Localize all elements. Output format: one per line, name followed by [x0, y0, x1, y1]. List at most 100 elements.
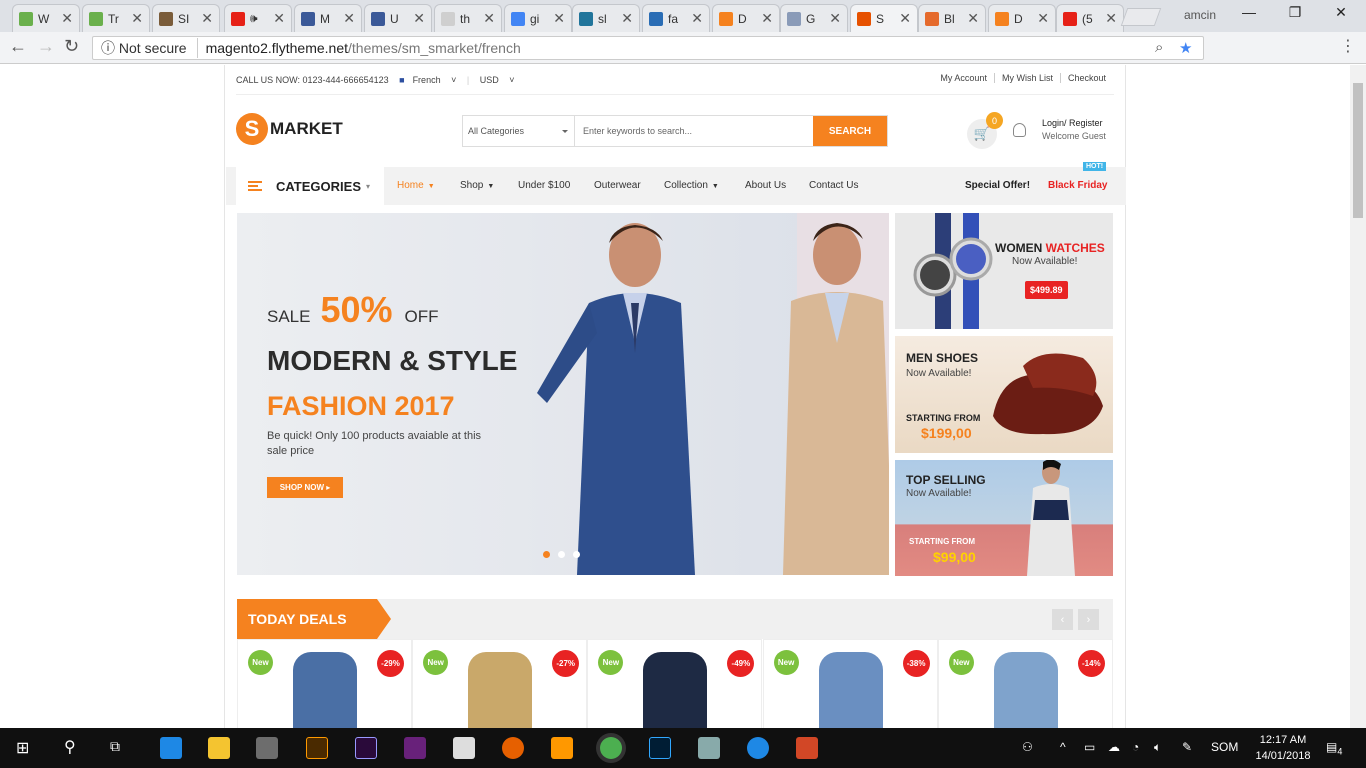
- search-button[interactable]: SEARCH: [813, 116, 887, 146]
- browser-tab[interactable]: SI ✕: [152, 4, 220, 32]
- banner-women-watches[interactable]: WOMEN WATCHES Now Available! $499.89: [895, 213, 1113, 329]
- notifications-icon[interactable]: ▤4: [1326, 740, 1342, 756]
- tab-close-icon[interactable]: ✕: [413, 10, 425, 27]
- store-icon[interactable]: [256, 737, 278, 759]
- checkout-link[interactable]: Checkout: [1059, 73, 1113, 83]
- search-input[interactable]: Enter keywords to search...: [575, 116, 813, 146]
- tab-close-icon[interactable]: ✕: [1037, 10, 1049, 27]
- prev-arrow-button[interactable]: ‹: [1052, 609, 1073, 630]
- browser-tab[interactable]: Bl ✕: [918, 4, 986, 32]
- not-secure-label[interactable]: ⓘ Not secure: [101, 38, 198, 58]
- tab-close-icon[interactable]: ✕: [1105, 10, 1117, 27]
- firefox-icon[interactable]: [502, 737, 524, 759]
- browser-tab[interactable]: Tr ✕: [82, 4, 150, 32]
- task-view-icon[interactable]: ⧉: [110, 738, 120, 755]
- visual-studio-icon[interactable]: [404, 737, 426, 759]
- currency-select[interactable]: USD ˅: [480, 75, 515, 85]
- browser-tab[interactable]: U ✕: [364, 4, 432, 32]
- page-scrollbar[interactable]: [1350, 65, 1366, 728]
- browser-tab[interactable]: S ✕: [850, 4, 918, 32]
- reload-icon[interactable]: ↻: [64, 36, 79, 57]
- clock[interactable]: 12:17 AM 14/01/2018: [1250, 732, 1316, 764]
- close-window-icon[interactable]: ✕: [1318, 4, 1364, 21]
- monitor-icon[interactable]: [698, 737, 720, 759]
- network-icon[interactable]: ◔: [1132, 740, 1139, 754]
- browser-tab[interactable]: gi ✕: [504, 4, 572, 32]
- browser-tab[interactable]: (5 ✕: [1056, 4, 1124, 32]
- menu-item-home[interactable]: Home ▼: [397, 180, 435, 191]
- new-tab-button[interactable]: [1120, 8, 1162, 26]
- hero-slider[interactable]: SALE 50% OFF MODERN & STYLE FASHION 2017…: [237, 213, 889, 575]
- shop-now-button[interactable]: SHOP NOW ▸: [267, 477, 343, 498]
- powerpoint-icon[interactable]: [796, 737, 818, 759]
- volume-icon[interactable]: 🔈︎: [1154, 740, 1161, 755]
- browser-tab[interactable]: D ✕: [988, 4, 1056, 32]
- browser-tab[interactable]: sl ✕: [572, 4, 640, 32]
- slider-dot[interactable]: [573, 551, 580, 558]
- bookmark-star-icon[interactable]: ★: [1179, 39, 1192, 57]
- tab-close-icon[interactable]: ✕: [553, 10, 565, 27]
- illustrator-icon[interactable]: [306, 737, 328, 759]
- minimize-icon[interactable]: —: [1226, 4, 1272, 20]
- browser-tab[interactable]: M ✕: [294, 4, 362, 32]
- onedrive-icon[interactable]: ☁: [1108, 740, 1120, 754]
- edge-icon[interactable]: [160, 737, 182, 759]
- pen-icon[interactable]: ✎: [1182, 740, 1192, 754]
- mail-icon[interactable]: [453, 737, 475, 759]
- product-card[interactable]: New -38%: [762, 639, 938, 728]
- login-link[interactable]: Login/ Register: [1042, 117, 1106, 130]
- menu-item-collection[interactable]: Collection ▼: [664, 180, 719, 191]
- slider-dot[interactable]: [543, 551, 550, 558]
- people-icon[interactable]: ⚇: [1022, 740, 1033, 754]
- category-select[interactable]: All Categories: [463, 116, 575, 146]
- forward-icon[interactable]: →: [37, 36, 55, 57]
- tab-close-icon[interactable]: ✕: [131, 10, 143, 27]
- zoom-icon[interactable]: ⌕: [1155, 39, 1163, 56]
- scrollbar-thumb[interactable]: [1353, 83, 1363, 218]
- cart-button[interactable]: 🛒 0: [967, 112, 1003, 149]
- wishlist-link[interactable]: My Wish List: [993, 73, 1060, 83]
- browser-tab[interactable]: W ✕: [12, 4, 80, 32]
- tab-close-icon[interactable]: ✕: [201, 10, 213, 27]
- file-explorer-icon[interactable]: [208, 737, 230, 759]
- product-card[interactable]: New -27%: [412, 639, 588, 728]
- product-card[interactable]: New -14%: [937, 639, 1113, 728]
- site-logo[interactable]: S MARKET: [236, 113, 343, 145]
- my-account-link[interactable]: My Account: [933, 73, 994, 83]
- address-bar[interactable]: ⓘ Not secure magento2.flytheme.net/theme…: [92, 36, 1204, 60]
- menu-kebab-icon[interactable]: ⋮: [1340, 36, 1356, 56]
- sync-app-icon[interactable]: [747, 737, 769, 759]
- banner-men-shoes[interactable]: MEN SHOES Now Available! STARTING FROM $…: [895, 336, 1113, 453]
- tab-close-icon[interactable]: ✕: [829, 10, 841, 27]
- slider-dot[interactable]: [558, 551, 565, 558]
- tab-close-icon[interactable]: ✕: [899, 10, 911, 27]
- language-select[interactable]: ■ French ˅: [399, 75, 456, 85]
- tab-close-icon[interactable]: ✕: [343, 10, 355, 27]
- windows-start-icon[interactable]: ⊞: [16, 738, 29, 758]
- back-icon[interactable]: ←: [9, 36, 27, 57]
- sublime-icon[interactable]: [551, 737, 573, 759]
- next-arrow-button[interactable]: ›: [1078, 609, 1099, 630]
- tab-close-icon[interactable]: ✕: [273, 10, 285, 27]
- menu-item-contact[interactable]: Contact Us: [809, 180, 858, 191]
- after-effects-icon[interactable]: [355, 737, 377, 759]
- menu-item-outerwear[interactable]: Outerwear: [594, 180, 641, 191]
- browser-tab[interactable]: D ✕: [712, 4, 780, 32]
- tab-close-icon[interactable]: ✕: [967, 10, 979, 27]
- tab-close-icon[interactable]: ✕: [691, 10, 703, 27]
- account-block[interactable]: Login/ Register Welcome Guest: [1013, 117, 1106, 143]
- battery-icon[interactable]: ▭: [1084, 740, 1095, 754]
- profile-name[interactable]: amcin: [1184, 8, 1216, 22]
- categories-button[interactable]: CATEGORIES ▾: [236, 167, 384, 205]
- menu-item-shop[interactable]: Shop ▼: [460, 180, 494, 191]
- product-card[interactable]: New -29%: [237, 639, 412, 728]
- product-card[interactable]: New -49%: [587, 639, 763, 728]
- menu-item-under-100[interactable]: Under $100: [518, 180, 570, 191]
- tab-close-icon[interactable]: ✕: [61, 10, 73, 27]
- browser-tab[interactable]: fa ✕: [642, 4, 710, 32]
- show-hidden-icons[interactable]: ^: [1060, 740, 1066, 754]
- browser-tab[interactable]: G ✕: [780, 4, 848, 32]
- tab-close-icon[interactable]: ✕: [483, 10, 495, 27]
- chrome-icon[interactable]: [600, 737, 622, 759]
- input-language[interactable]: SOM: [1211, 740, 1238, 754]
